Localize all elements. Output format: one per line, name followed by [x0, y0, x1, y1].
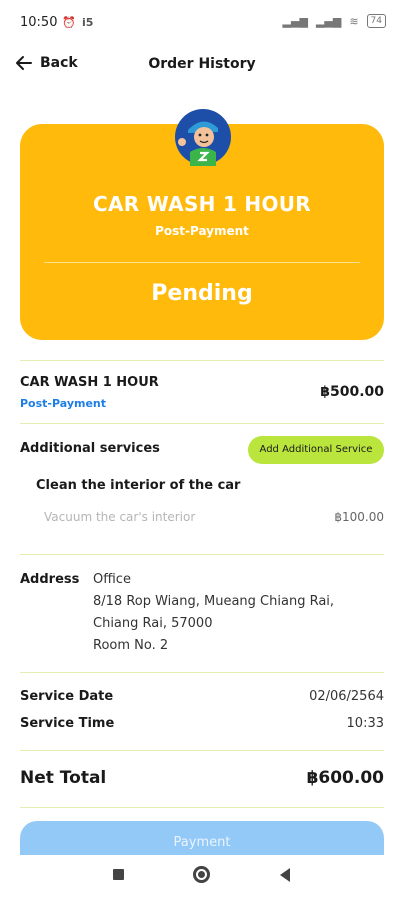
service-name: CAR WASH 1 HOUR: [20, 375, 159, 390]
signal-icon: ▂▄▆: [315, 14, 342, 28]
add-additional-service-button[interactable]: Add Additional Service: [248, 436, 384, 464]
card-divider: [44, 262, 360, 263]
card-payment-type: Post-Payment: [155, 224, 249, 238]
service-time-label: Service Time: [20, 716, 115, 731]
additional-item-price: ฿100.00: [334, 510, 384, 524]
service-date-value: 02/06/2564: [309, 689, 384, 704]
address-label: Address: [20, 572, 80, 587]
service-date-label: Service Date: [20, 689, 114, 704]
additional-item-detail: Vacuum the car's interior: [44, 510, 196, 524]
home-icon[interactable]: [193, 866, 210, 883]
service-price: ฿500.00: [320, 384, 384, 400]
wifi-icon: ≋: [349, 14, 359, 28]
status-time: 10:50: [20, 15, 58, 30]
address-line: Office: [93, 572, 131, 587]
divider: [20, 554, 384, 555]
mascot-avatar: [175, 109, 231, 166]
status-right-icons: ▂▄▆ ▂▄▆ ≋ 74: [283, 14, 386, 28]
additional-services-title: Additional services: [20, 441, 160, 456]
net-total-value: ฿600.00: [306, 768, 384, 788]
recent-apps-icon[interactable]: [113, 869, 124, 880]
additional-item-title: Clean the interior of the car: [36, 478, 241, 493]
app-header: Back Order History: [0, 50, 404, 82]
address-line: Room No. 2: [93, 638, 169, 653]
address-line: 8/18 Rop Wiang, Mueang Chiang Rai,: [93, 594, 335, 609]
status-bar: 10:50 ⏰ i5 ▂▄▆ ▂▄▆ ≋ 74: [0, 0, 404, 46]
divider: [20, 750, 384, 751]
signal-icon: ▂▄▆: [282, 14, 308, 28]
alarm-icon: ⏰: [62, 16, 76, 29]
divider: [20, 672, 384, 673]
service-payment-type: Post-Payment: [20, 397, 107, 410]
card-service-title: CAR WASH 1 HOUR: [92, 192, 312, 216]
system-nav-bar: [0, 855, 404, 900]
net-total-label: Net Total: [20, 768, 107, 788]
page-title: Order History: [148, 56, 256, 72]
battery-indicator: 74: [366, 14, 386, 28]
divider: [20, 360, 384, 361]
order-status: Pending: [151, 281, 253, 306]
notification-icon: i5: [82, 16, 94, 29]
divider: [20, 807, 384, 808]
divider: [20, 423, 384, 424]
payment-button[interactable]: Payment: [20, 821, 384, 855]
address-line: Chiang Rai, 57000: [93, 616, 213, 631]
service-time-value: 10:33: [346, 716, 384, 731]
back-triangle-icon[interactable]: [280, 868, 290, 882]
